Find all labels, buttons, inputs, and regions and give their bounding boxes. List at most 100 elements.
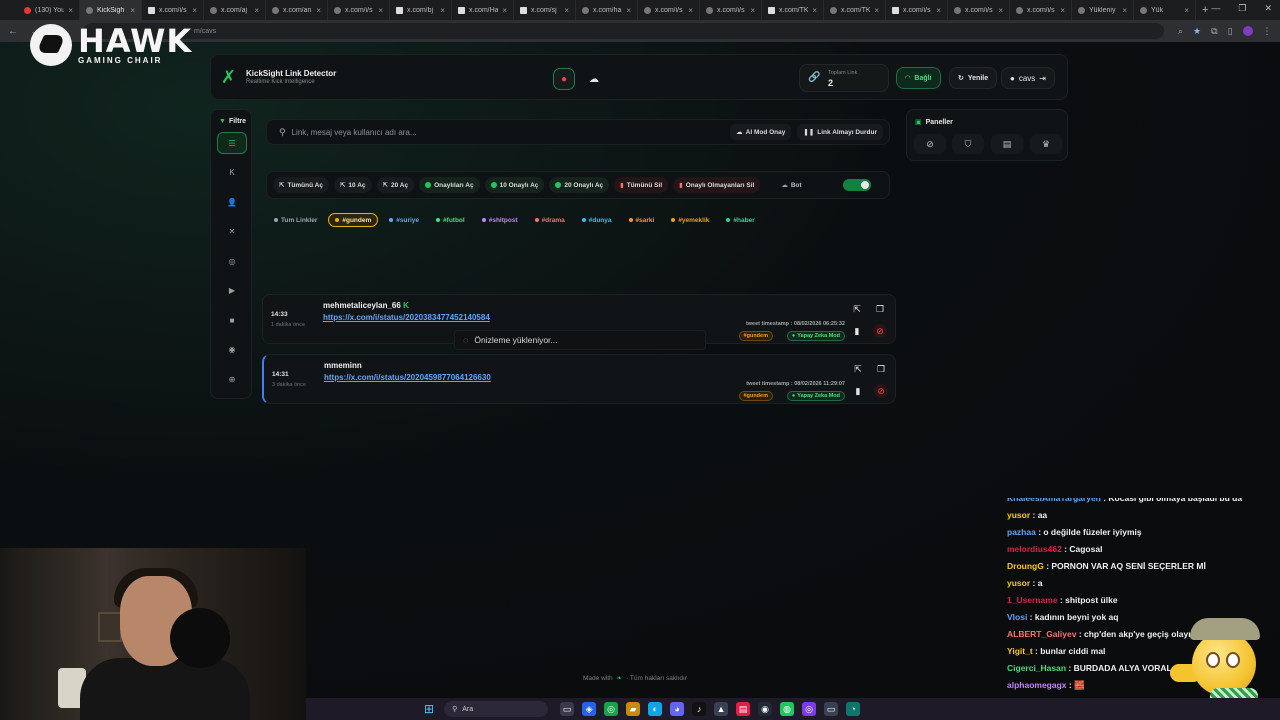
tab-close-icon[interactable]: × — [1184, 6, 1189, 15]
tab-close-icon[interactable]: × — [254, 6, 259, 15]
app-icon[interactable]: ▲ — [714, 702, 729, 716]
tab-close-icon[interactable]: × — [750, 6, 755, 15]
archive-panel-button[interactable]: ▤ — [991, 134, 1023, 154]
discord-icon[interactable]: ◕ — [670, 702, 685, 716]
tab-close-icon[interactable]: × — [502, 6, 507, 15]
browser-tab[interactable]: x.com/an × — [266, 0, 328, 20]
sidepanel-icon[interactable]: ▯ — [1228, 26, 1233, 37]
browser-tab[interactable]: x.com/i/s × — [328, 0, 390, 20]
browser-tab[interactable]: KickSigh × — [80, 0, 142, 20]
trash-icon[interactable]: ▮ — [851, 325, 863, 337]
sidebar-filter-globe[interactable]: ⊕ — [217, 368, 247, 390]
browser-tab[interactable]: Yükleniy × — [1072, 0, 1134, 20]
open-10-button[interactable]: ⇱ 10 Aç — [333, 177, 372, 193]
tab-close-icon[interactable]: × — [192, 6, 197, 15]
menu-icon[interactable]: ⋮ — [1263, 26, 1272, 37]
url-field[interactable]: m/cavs — [84, 23, 1164, 39]
tag-filter[interactable]: #futbol — [430, 213, 471, 227]
tab-close-icon[interactable]: × — [688, 6, 693, 15]
tag-filter[interactable]: #dunya — [576, 213, 618, 227]
taskbar-search[interactable]: ⚲ Ara — [444, 701, 549, 717]
shield-panel-button[interactable]: ⛉ — [952, 134, 984, 154]
browser-tab[interactable]: x.com/Ha × — [452, 0, 514, 20]
tab-close-icon[interactable]: × — [68, 6, 73, 15]
sidebar-filter-youtube[interactable]: ▶ — [217, 280, 247, 302]
close-icon[interactable]: ✕ — [1264, 3, 1272, 14]
browser-tab[interactable]: x.com/TK × — [824, 0, 886, 20]
tab-close-icon[interactable]: × — [1122, 6, 1127, 15]
spotify-icon[interactable]: ◍ — [780, 702, 795, 716]
sidebar-filter-users[interactable]: 👤 — [217, 191, 247, 213]
connection-status-button[interactable]: ◠ Bağlı — [896, 67, 941, 89]
ban-icon[interactable]: ⊘ — [874, 384, 888, 398]
sidebar-filter-kick[interactable]: K — [217, 162, 247, 184]
zoom-icon[interactable]: ⌕ — [1178, 26, 1183, 37]
browser-tab[interactable]: Yük × — [1134, 0, 1196, 20]
browser-tab[interactable]: x.com/ha × — [576, 0, 638, 20]
browser-tab[interactable]: x.com/aj × — [204, 0, 266, 20]
sidebar-filter-video[interactable]: ■ — [217, 309, 247, 331]
delete-unapproved-button[interactable]: ▮ Onaylı Olmayanları Sil — [673, 177, 761, 193]
tab-close-icon[interactable]: × — [378, 6, 383, 15]
minimize-icon[interactable]: — — [1211, 3, 1220, 14]
delete-all-button[interactable]: ▮ Tümünü Sil — [614, 177, 669, 193]
open-20-button[interactable]: ⇱ 20 Aç — [376, 177, 415, 193]
browser-tab[interactable]: x.com/i/s × — [886, 0, 948, 20]
copy-icon[interactable]: ❐ — [875, 363, 887, 375]
tab-close-icon[interactable]: × — [936, 6, 941, 15]
tab-close-icon[interactable]: × — [316, 6, 321, 15]
tab-close-icon[interactable]: × — [1060, 6, 1065, 15]
open-all-button[interactable]: ⇱ Tümünü Aç — [273, 177, 329, 193]
tag-filter[interactable]: #gundem — [328, 213, 379, 227]
stop-links-button[interactable]: ❚❚ Link Almayı Durdur — [797, 124, 883, 140]
open-10-approved-button[interactable]: 10 Onaylı Aç — [484, 177, 545, 193]
tiktok-icon[interactable]: ♪ — [692, 702, 707, 716]
bookmark-star-icon[interactable]: ★ — [1193, 26, 1201, 37]
store-icon[interactable]: ▤ — [736, 702, 751, 716]
task-view-icon[interactable]: ▭ — [560, 702, 575, 716]
tab-close-icon[interactable]: × — [564, 6, 569, 15]
refresh-button[interactable]: ↻ Yenile — [949, 67, 998, 89]
copy-icon[interactable]: ❐ — [874, 303, 886, 315]
bot-toggle[interactable] — [842, 179, 871, 191]
sidebar-filter-list[interactable]: ☰ — [217, 132, 247, 154]
card-link[interactable]: https://x.com/i/status/20203834774521405… — [323, 313, 490, 322]
tag-filter[interactable]: #shitpost — [476, 213, 524, 227]
back-icon[interactable]: ← — [8, 26, 22, 37]
tab-close-icon[interactable]: × — [812, 6, 817, 15]
chrome-profile-icon[interactable]: ◎ — [802, 702, 817, 716]
tag-filter[interactable]: #drama — [529, 213, 571, 227]
tag-filter[interactable]: #sarki — [623, 213, 661, 227]
restore-icon[interactable]: ❐ — [1238, 3, 1246, 14]
ban-panel-button[interactable]: ⊘ — [914, 134, 946, 154]
browser-tab[interactable]: x.com/sj × — [514, 0, 576, 20]
terminal-icon[interactable]: ▭ — [824, 702, 839, 716]
sidebar-filter-x[interactable]: ✕ — [217, 221, 247, 243]
browser-tab[interactable]: x.com/i/s × — [142, 0, 204, 20]
tag-filter[interactable]: Tum Linkler — [268, 213, 323, 227]
browser-tab[interactable]: (130) You × — [18, 0, 80, 20]
windows-start-icon[interactable]: ⊞ — [424, 702, 434, 716]
tool-button[interactable]: ☁ — [583, 68, 605, 90]
tab-close-icon[interactable]: × — [440, 6, 445, 15]
ban-icon[interactable]: ⊘ — [873, 324, 887, 338]
browser-tab[interactable]: x.com/bj × — [390, 0, 452, 20]
avatar-button[interactable]: ● — [553, 68, 575, 90]
chrome-icon[interactable]: ◎ — [604, 702, 619, 716]
browser-tab[interactable]: x.com/TK × — [762, 0, 824, 20]
sidebar-filter-instagram[interactable]: ◎ — [217, 250, 247, 272]
profile-avatar[interactable] — [1242, 25, 1253, 36]
tag-filter[interactable]: #haber — [720, 213, 760, 227]
steam-icon[interactable]: ◔ — [846, 702, 861, 716]
trash-icon[interactable]: ▮ — [852, 385, 864, 397]
trophy-panel-button[interactable]: ♛ — [1030, 134, 1062, 154]
tag-filter[interactable]: #yemeklik — [665, 213, 715, 227]
browser-tab[interactable]: x.com/i/s × — [638, 0, 700, 20]
browser-tab[interactable]: x.com/i/s × — [700, 0, 762, 20]
sidebar-filter-camera[interactable]: ◉ — [217, 339, 247, 361]
new-tab-icon[interactable]: + — [1202, 4, 1208, 16]
open-external-icon[interactable]: ⇱ — [852, 363, 864, 375]
explorer-icon[interactable]: ▰ — [626, 702, 641, 716]
card-link[interactable]: https://x.com/i/status/20204598770641266… — [324, 373, 491, 382]
tab-close-icon[interactable]: × — [874, 6, 879, 15]
